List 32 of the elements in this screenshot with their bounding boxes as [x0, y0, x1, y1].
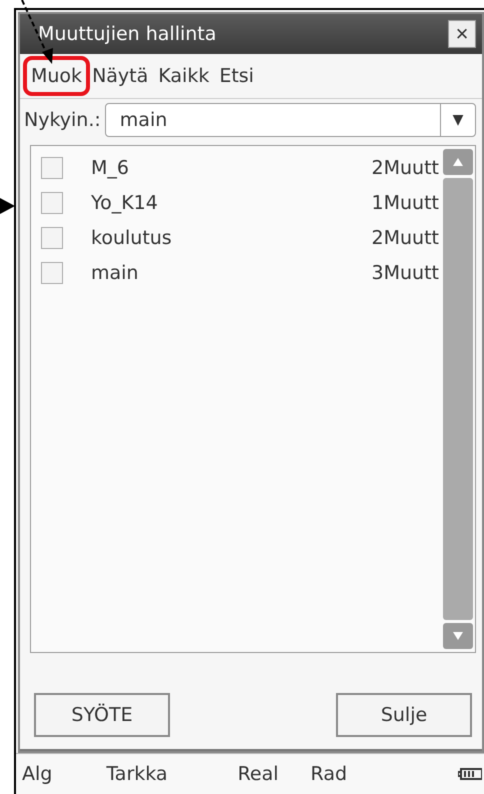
variable-count: 1Muutt [372, 192, 440, 214]
down-triangle-icon [452, 631, 464, 641]
dialog-button[interactable]: SYÖTE [34, 693, 170, 737]
current-folder-label: Nykyin.: [24, 109, 101, 131]
battery-icon [458, 766, 482, 782]
checkbox[interactable] [41, 156, 63, 178]
status-item: Real [238, 763, 279, 785]
menu-item[interactable]: Muok [26, 59, 88, 93]
scroll-up-button[interactable] [443, 149, 473, 175]
variable-count: 3Muutt [372, 262, 440, 284]
status-item: Tarkka [106, 763, 168, 785]
status-item: Rad [310, 763, 348, 785]
menu-item[interactable]: Näytä [87, 59, 154, 93]
close-button[interactable]: × [448, 20, 476, 48]
up-triangle-icon [452, 157, 464, 167]
status-item: Alg [22, 763, 52, 785]
checkbox[interactable] [41, 192, 63, 214]
checkbox[interactable] [41, 226, 63, 248]
folder-name: M_6 [91, 156, 130, 178]
menu-item[interactable]: Kaikk [153, 59, 214, 93]
folder-name: Yo_K14 [91, 192, 159, 214]
folder-name: main [91, 262, 140, 284]
scroll-down-button[interactable] [443, 623, 473, 649]
checkbox[interactable] [41, 262, 63, 284]
window-title: Muuttujien hallinta [38, 23, 216, 45]
variable-count: 2Muutt [372, 156, 440, 178]
scroll-track[interactable] [443, 178, 473, 620]
folder-dropdown[interactable]: main ▼ [104, 103, 476, 137]
menu-item[interactable]: Etsi [214, 59, 259, 93]
dialog-button[interactable]: Sulje [336, 693, 472, 737]
variable-count: 2Muutt [372, 226, 440, 248]
folder-name: koulutus [91, 226, 173, 248]
